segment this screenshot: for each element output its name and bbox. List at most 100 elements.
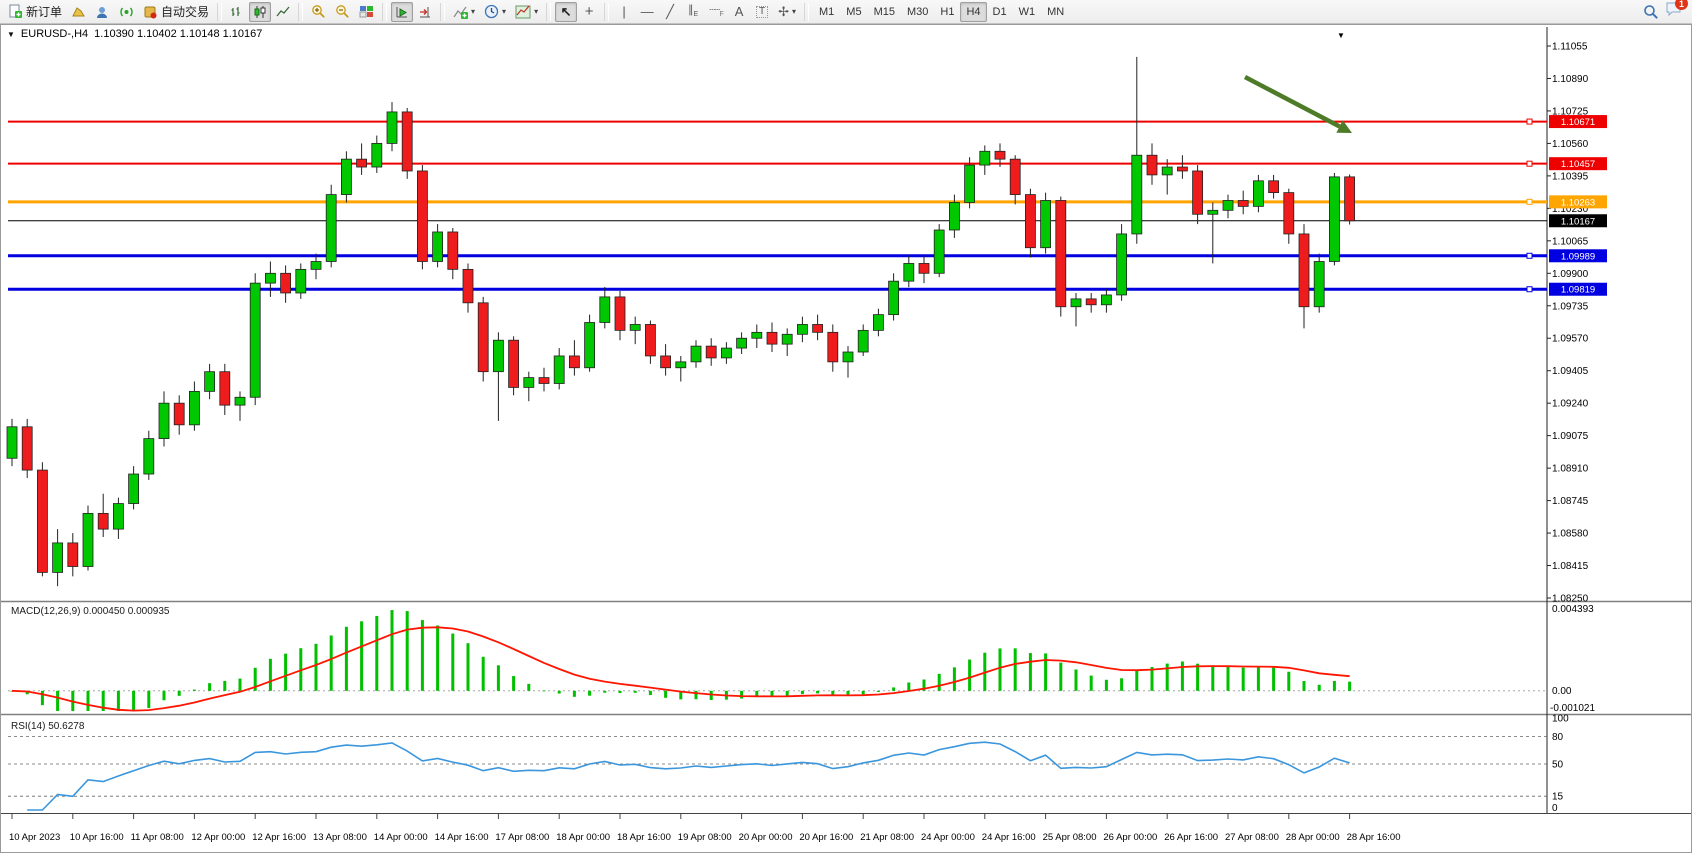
text-button[interactable]: A (728, 2, 750, 22)
svg-text:26 Apr 00:00: 26 Apr 00:00 (1103, 832, 1157, 843)
cursor-button[interactable]: ↖ (555, 2, 577, 22)
svg-text:100: 100 (1552, 714, 1569, 725)
search-icon[interactable] (1643, 4, 1659, 20)
equidistant-channel-button[interactable]: ∥E (682, 2, 704, 22)
crosshair-button[interactable]: + (578, 2, 600, 22)
svg-text:1.08250: 1.08250 (1552, 594, 1589, 605)
svg-text:26 Apr 16:00: 26 Apr 16:00 (1164, 832, 1218, 843)
svg-text:1.10560: 1.10560 (1552, 139, 1589, 150)
fibonacci-button[interactable]: ┄┄F (705, 2, 727, 22)
trendline-icon: ╱ (666, 5, 674, 18)
auto-scroll-button[interactable] (391, 2, 413, 22)
signals-icon (119, 5, 134, 19)
dropdown-caret: ▾ (792, 7, 796, 16)
svg-text:18 Apr 16:00: 18 Apr 16:00 (617, 832, 671, 843)
svg-text:1.09819: 1.09819 (1561, 285, 1595, 296)
tile-windows-button[interactable] (355, 2, 378, 22)
bar-chart-button[interactable] (226, 2, 248, 22)
market-watch-button[interactable] (67, 2, 90, 22)
timeframe-mn[interactable]: MN (1041, 2, 1070, 22)
timeframe-m5[interactable]: M5 (840, 2, 867, 22)
svg-text:1.08415: 1.08415 (1552, 561, 1589, 572)
zoom-out-button[interactable] (331, 2, 354, 22)
svg-text:0: 0 (1552, 803, 1558, 814)
chart-dropdown-icon[interactable]: ▼ (7, 30, 15, 39)
community-button[interactable] (91, 2, 114, 22)
fibonacci-icon: ┄┄F (709, 6, 722, 18)
timeframe-m1[interactable]: M1 (813, 2, 840, 22)
indicators-button[interactable]: ▾ (449, 2, 479, 22)
toolbar-separator (804, 3, 809, 21)
dropdown-caret: ▾ (534, 7, 538, 16)
svg-text:0.004393: 0.004393 (1552, 604, 1594, 615)
market-watch-icon (71, 5, 86, 19)
chart-title-row: ▼ EURUSD-,H4 1.10390 1.10402 1.10148 1.1… (7, 28, 262, 40)
toolbar-separator (382, 3, 387, 21)
autotrading-button[interactable]: 自动交易 (139, 2, 213, 22)
equidistant-channel-icon: ∥E (688, 5, 698, 18)
svg-text:1.09735: 1.09735 (1552, 301, 1589, 312)
chart-shift-button[interactable] (414, 2, 436, 22)
timeframe-m15[interactable]: M15 (868, 2, 901, 22)
chat-button[interactable]: 1 (1665, 1, 1682, 22)
svg-text:25 Apr 08:00: 25 Apr 08:00 (1043, 832, 1097, 843)
arrows-button[interactable]: ✢▾ (774, 2, 800, 22)
rsi-indicator-label: RSI(14) 50.6278 (11, 721, 84, 732)
text-icon: A (735, 5, 744, 18)
new-order-label: 新订单 (26, 3, 62, 20)
svg-text:1.10065: 1.10065 (1552, 236, 1589, 247)
toolbar-right: 1 (1643, 1, 1688, 22)
chart-canvas[interactable]: 1.110551.108901.107251.105601.103951.102… (1, 25, 1691, 852)
signals-button[interactable] (115, 2, 138, 22)
text-label-icon: T (756, 6, 768, 18)
toolbar-separator (298, 3, 303, 21)
svg-text:1.09240: 1.09240 (1552, 399, 1589, 410)
chart-ohlc: 1.10390 1.10402 1.10148 1.10167 (94, 28, 262, 40)
svg-text:17 Apr 08:00: 17 Apr 08:00 (495, 832, 549, 843)
horizontal-line-button[interactable]: — (636, 2, 658, 22)
chart-end-marker-icon[interactable]: ▼ (1337, 31, 1345, 40)
svg-text:1.10890: 1.10890 (1552, 74, 1589, 85)
vertical-line-icon: | (622, 5, 625, 18)
svg-text:28 Apr 16:00: 28 Apr 16:00 (1347, 832, 1401, 843)
periods-button[interactable]: ▾ (480, 2, 510, 22)
svg-text:1.10457: 1.10457 (1561, 159, 1595, 170)
arrows-icon: ✢ (778, 5, 789, 18)
horizontal-line-icon: — (641, 5, 654, 18)
svg-text:-0.001021: -0.001021 (1550, 703, 1595, 714)
timeframe-h1[interactable]: H1 (934, 2, 960, 22)
chart-shift-icon (418, 5, 432, 19)
line-chart-button[interactable] (272, 2, 294, 22)
chat-badge: 1 (1675, 0, 1688, 10)
svg-text:24 Apr 00:00: 24 Apr 00:00 (921, 832, 975, 843)
svg-text:10 Apr 2023: 10 Apr 2023 (9, 832, 60, 843)
candlestick-button[interactable] (249, 2, 271, 22)
svg-text:1.09570: 1.09570 (1552, 334, 1589, 345)
vertical-line-button[interactable]: | (613, 2, 635, 22)
templates-button[interactable]: ▾ (511, 2, 542, 22)
zoom-in-button[interactable] (307, 2, 330, 22)
text-label-button[interactable]: T (751, 2, 773, 22)
timeframe-m30[interactable]: M30 (901, 2, 934, 22)
svg-text:1.11055: 1.11055 (1552, 42, 1588, 53)
svg-text:28 Apr 00:00: 28 Apr 00:00 (1286, 832, 1340, 843)
svg-text:13 Apr 08:00: 13 Apr 08:00 (313, 832, 367, 843)
new-order-icon (8, 4, 23, 19)
timeframe-h4[interactable]: H4 (960, 2, 986, 22)
community-icon (95, 5, 110, 19)
timeframe-d1[interactable]: D1 (987, 2, 1013, 22)
svg-text:1.09405: 1.09405 (1552, 366, 1589, 377)
trendline-button[interactable]: ╱ (659, 2, 681, 22)
timeframe-w1[interactable]: W1 (1013, 2, 1042, 22)
svg-text:1.10167: 1.10167 (1561, 216, 1595, 227)
svg-text:14 Apr 00:00: 14 Apr 00:00 (374, 832, 428, 843)
toolbar-separator (217, 3, 222, 21)
svg-text:80: 80 (1552, 732, 1564, 743)
svg-text:0.00: 0.00 (1552, 686, 1572, 697)
toolbar-separator (440, 3, 445, 21)
new-order-button[interactable]: 新订单 (4, 2, 66, 22)
candlestick-icon (253, 5, 267, 19)
macd-indicator-label: MACD(12,26,9) 0.000450 0.000935 (11, 606, 169, 617)
periods-icon (484, 4, 499, 19)
svg-text:12 Apr 00:00: 12 Apr 00:00 (191, 832, 245, 843)
